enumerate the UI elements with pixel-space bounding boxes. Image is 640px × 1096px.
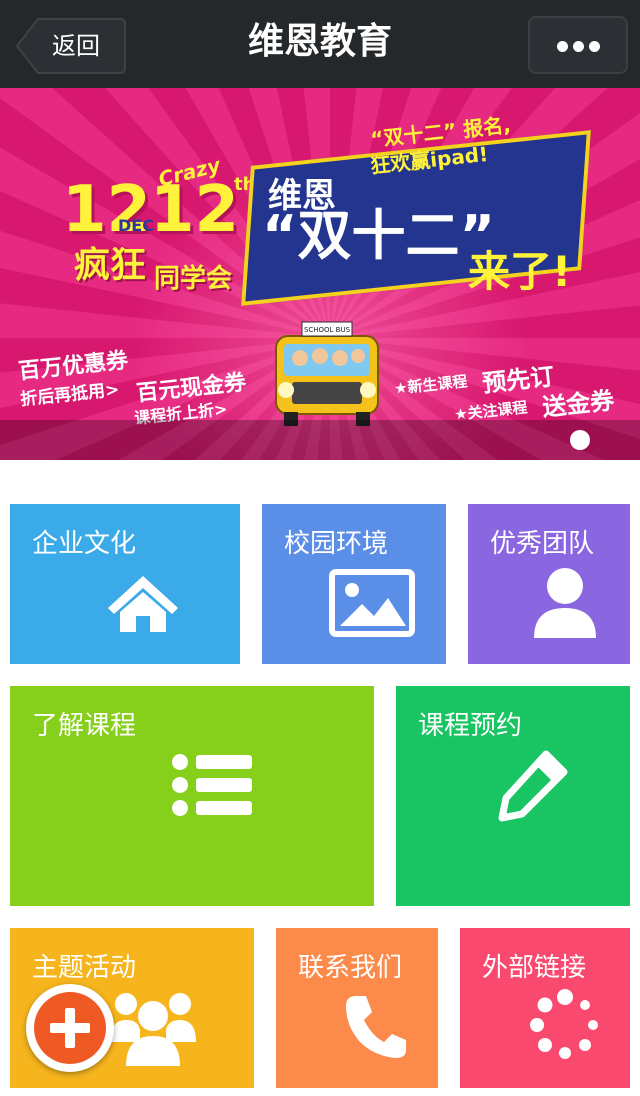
tile-label: 了解课程 xyxy=(32,711,137,741)
picture-icon xyxy=(329,569,415,637)
banner-classmate: 同学会 xyxy=(154,264,233,294)
back-button-label: 返回 xyxy=(52,32,100,60)
pencil-icon xyxy=(498,750,568,822)
tile-label: 主题活动 xyxy=(32,953,137,983)
tile-label: 外部链接 xyxy=(482,953,587,983)
bus-sign-text: SCHOOL BUS xyxy=(304,326,351,334)
tile-excellent-team[interactable]: 优秀团队 xyxy=(468,504,630,664)
top-nav-bar: 返回 维恩教育 xyxy=(0,0,640,88)
banner-coming: 来了! xyxy=(468,247,572,296)
fab-circle xyxy=(34,992,106,1064)
tile-label: 优秀团队 xyxy=(490,529,595,559)
more-dot-icon xyxy=(589,41,600,52)
carousel-page-dot[interactable] xyxy=(570,430,590,450)
more-dot-icon xyxy=(557,41,568,52)
banner-crazy-cn: 疯狂 xyxy=(74,245,147,286)
school-bus-illustration: SCHOOL BUS xyxy=(275,321,379,426)
promo-banner-carousel[interactable]: 12 12 Crazy DEC th 疯狂 同学会 维恩 “双十二” 来了! “… xyxy=(0,88,640,460)
banner-voucher: 送金券 xyxy=(540,386,616,422)
tile-course-booking[interactable]: 课程预约 xyxy=(396,686,630,906)
tile-company-culture[interactable]: 企业文化 xyxy=(10,504,240,664)
loading-spinner-icon xyxy=(530,989,598,1059)
more-options-button[interactable] xyxy=(528,16,628,74)
tile-label: 联系我们 xyxy=(298,953,403,983)
tile-label: 课程预约 xyxy=(418,711,523,741)
banner-dec-text: DEC xyxy=(118,216,154,235)
more-dot-icon xyxy=(573,41,584,52)
plus-icon xyxy=(50,1008,90,1048)
house-icon xyxy=(108,576,178,632)
tile-external-links[interactable]: 外部链接 xyxy=(460,928,630,1088)
banner-indicator-strip xyxy=(0,420,640,460)
back-button[interactable]: 返回 xyxy=(16,18,126,74)
tile-learn-courses[interactable]: 了解课程 xyxy=(10,686,374,906)
floating-add-button[interactable] xyxy=(26,984,114,1072)
tile-contact-us[interactable]: 联系我们 xyxy=(276,928,438,1088)
person-icon xyxy=(534,568,596,638)
tile-label: 企业文化 xyxy=(32,529,137,559)
group-icon xyxy=(110,993,196,1066)
phone-icon xyxy=(346,996,406,1058)
banner-double12: “双十二” xyxy=(262,204,495,267)
page-title: 维恩教育 xyxy=(247,21,392,62)
tile-campus-environment[interactable]: 校园环境 xyxy=(262,504,446,664)
tile-label: 校园环境 xyxy=(284,529,389,559)
list-icon xyxy=(172,754,252,816)
